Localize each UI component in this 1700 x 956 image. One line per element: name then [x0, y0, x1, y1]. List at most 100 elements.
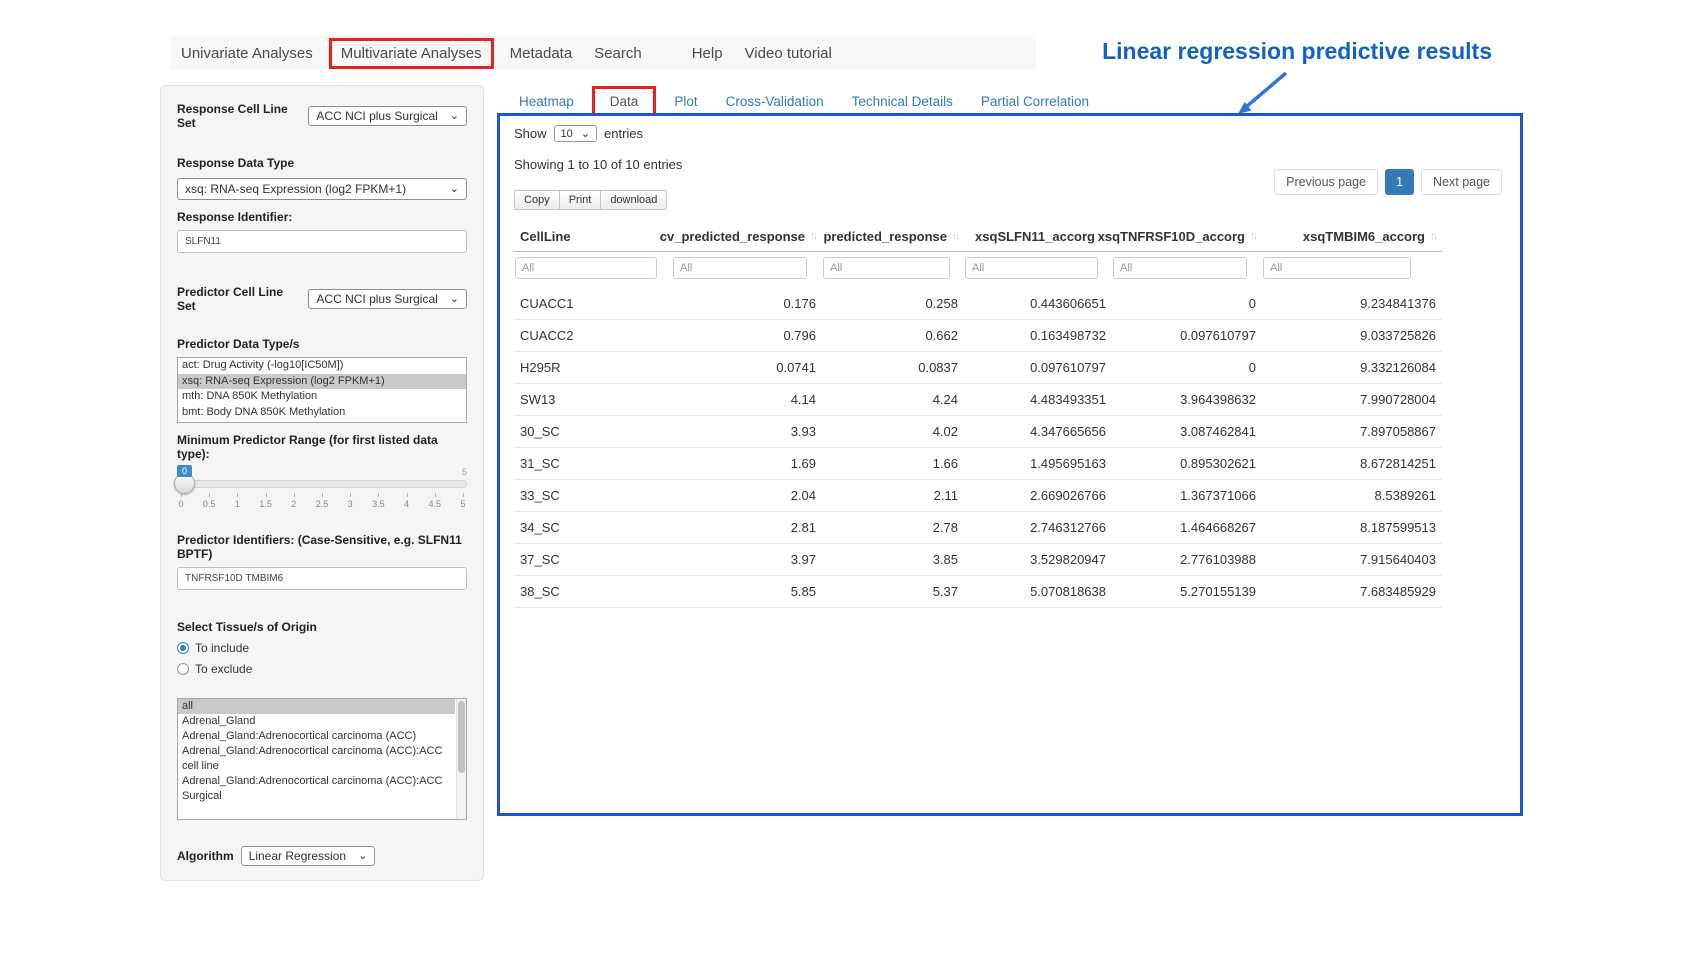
- table-row: CUACC10.1760.2580.44360665109.234841376: [514, 288, 1442, 320]
- table-cell: 2.746312766: [964, 512, 1112, 544]
- table-cell: 3.087462841: [1112, 416, 1262, 448]
- column-filter-input[interactable]: [515, 257, 657, 279]
- column-filter-input[interactable]: [965, 257, 1098, 279]
- predictor-cell-line-set-select[interactable]: ACC NCI plus Surgical ⌄: [308, 289, 467, 309]
- predictor-data-type-option[interactable]: mth: DNA 850K Methylation: [178, 389, 466, 405]
- nav-video-tutorial[interactable]: Video tutorial: [734, 45, 843, 62]
- scrollbar-thumb[interactable]: [458, 701, 465, 773]
- predictor-identifiers-input[interactable]: [177, 567, 467, 590]
- column-header-xsqTMBIM6_accorg[interactable]: xsqTMBIM6_accorg↑↓: [1262, 222, 1442, 252]
- column-header-label: xsqTNFRSF10D_accorg: [1098, 229, 1245, 244]
- column-filter-input[interactable]: [1113, 257, 1247, 279]
- nav-multivariate-analyses[interactable]: Multivariate Analyses: [329, 38, 494, 69]
- table-cell: 33_SC: [514, 480, 672, 512]
- chevron-down-icon: ⌄: [450, 294, 459, 305]
- table-cell: 9.033725826: [1262, 320, 1442, 352]
- table-cell: 3.964398632: [1112, 384, 1262, 416]
- entries-count-select[interactable]: 10 ⌄: [554, 125, 597, 142]
- table-cell: 8.187599513: [1262, 512, 1442, 544]
- tab-technical-details[interactable]: Technical Details: [838, 88, 967, 115]
- nav-univariate-analyses[interactable]: Univariate Analyses: [170, 45, 324, 62]
- table-cell: 5.270155139: [1112, 576, 1262, 608]
- slider-tick-label: 3: [348, 499, 353, 509]
- sort-icon: ↑↓: [1250, 231, 1256, 242]
- algorithm-select[interactable]: Linear Regression ⌄: [241, 846, 376, 866]
- slider-tick-label: 5: [460, 499, 465, 509]
- table-cell: 0.097610797: [964, 352, 1112, 384]
- tissue-option[interactable]: Adrenal_Gland: [178, 714, 455, 729]
- tissue-list-scrollbar[interactable]: [456, 699, 466, 819]
- predictor-cell-line-set-label: Predictor Cell Line Set: [177, 285, 301, 313]
- table-cell: 1.66: [822, 448, 964, 480]
- chevron-down-icon: ⌄: [581, 127, 590, 140]
- response-data-type-select[interactable]: xsq: RNA-seq Expression (log2 FPKM+1) ⌄: [177, 178, 467, 200]
- table-cell: 5.070818638: [964, 576, 1112, 608]
- column-header-predicted_response[interactable]: predicted_response↑↓: [822, 222, 964, 252]
- table-cell: 7.990728004: [1262, 384, 1442, 416]
- tab-partial-correlation[interactable]: Partial Correlation: [967, 88, 1103, 115]
- table-cell: 2.11: [822, 480, 964, 512]
- predictor-data-type-list: act: Drug Activity (-log10[IC50M])xsq: R…: [177, 357, 467, 423]
- tissue-include-radio[interactable]: To include: [177, 641, 467, 655]
- tab-cross-validation[interactable]: Cross-Validation: [712, 88, 838, 115]
- column-filter-input[interactable]: [1263, 257, 1411, 279]
- column-filter-cell: [964, 252, 1112, 289]
- tissue-option[interactable]: Adrenal_Gland:Adrenocortical carcinoma (…: [178, 774, 455, 804]
- nav-metadata[interactable]: Metadata: [499, 45, 584, 62]
- print-button[interactable]: Print: [559, 190, 602, 210]
- predictor-data-type-option[interactable]: bmt: Body DNA 850K Methylation: [178, 405, 466, 421]
- table-cell: 31_SC: [514, 448, 672, 480]
- column-header-label: xsqSLFN11_accorg: [975, 229, 1095, 244]
- predictor-data-type-option[interactable]: act: Drug Activity (-log10[IC50M]): [178, 358, 466, 374]
- algorithm-value: Linear Regression: [249, 849, 346, 863]
- column-header-xsqSLFN11_accorg[interactable]: xsqSLFN11_accorg↑↓: [964, 222, 1112, 252]
- response-identifier-input[interactable]: [177, 230, 467, 253]
- table-cell: 0.097610797: [1112, 320, 1262, 352]
- tissue-option[interactable]: Adrenal_Gland:Adrenocortical carcinoma (…: [178, 729, 455, 744]
- download-button[interactable]: download: [600, 190, 667, 210]
- table-cell: 3.93: [672, 416, 822, 448]
- table-cell: 0.0837: [822, 352, 964, 384]
- tab-data[interactable]: Data: [606, 91, 643, 112]
- nav-help[interactable]: Help: [681, 45, 734, 62]
- nav-search[interactable]: Search: [583, 45, 653, 62]
- column-header-CellLine[interactable]: CellLine↑↓: [514, 222, 672, 252]
- slider-tick-label: 4.5: [429, 499, 442, 509]
- slider-track[interactable]: [177, 480, 467, 488]
- table-cell: 9.332126084: [1262, 352, 1442, 384]
- table-cell: 0.662: [822, 320, 964, 352]
- annotation-title: Linear regression predictive results: [1060, 38, 1492, 65]
- table-header-row: CellLine↑↓cv_predicted_response↑↓predict…: [514, 222, 1442, 252]
- table-row: 38_SC5.855.375.0708186385.2701551397.683…: [514, 576, 1442, 608]
- response-cell-line-set-select[interactable]: ACC NCI plus Surgical ⌄: [308, 106, 467, 126]
- page-1-button[interactable]: 1: [1385, 169, 1414, 195]
- tab-plot[interactable]: Plot: [660, 88, 711, 115]
- tissue-exclude-radio[interactable]: To exclude: [177, 662, 467, 676]
- tissue-option[interactable]: Adrenal_Gland:Adrenocortical carcinoma (…: [178, 744, 455, 774]
- slider-tick: [463, 493, 464, 497]
- table-cell: 1.367371066: [1112, 480, 1262, 512]
- predictor-data-type-option[interactable]: xsq: RNA-seq Expression (log2 FPKM+1): [178, 374, 466, 390]
- entries-count-value: 10: [561, 128, 573, 140]
- column-header-label: cv_predicted_response: [660, 229, 805, 244]
- copy-button[interactable]: Copy: [514, 190, 560, 210]
- table-cell: 2.669026766: [964, 480, 1112, 512]
- slider-tick: [266, 493, 267, 497]
- table-cell: 0.895302621: [1112, 448, 1262, 480]
- tab-heatmap[interactable]: Heatmap: [505, 88, 588, 115]
- previous-page-button[interactable]: Previous page: [1274, 169, 1378, 195]
- chevron-down-icon: ⌄: [450, 111, 459, 122]
- column-filter-input[interactable]: [673, 257, 807, 279]
- next-page-button[interactable]: Next page: [1421, 169, 1502, 195]
- tissue-include-label: To include: [195, 641, 249, 655]
- tissue-option[interactable]: all: [178, 699, 455, 714]
- table-filter-row: [514, 252, 1442, 289]
- column-filter-input[interactable]: [823, 257, 950, 279]
- table-cell: 0.258: [822, 288, 964, 320]
- column-header-xsqTNFRSF10D_accorg[interactable]: xsqTNFRSF10D_accorg↑↓: [1112, 222, 1262, 252]
- table-cell: 0.443606651: [964, 288, 1112, 320]
- table-cell: 34_SC: [514, 512, 672, 544]
- slider-tick-label: 2.5: [316, 499, 329, 509]
- column-header-cv_predicted_response[interactable]: cv_predicted_response↑↓: [672, 222, 822, 252]
- table-cell: 7.683485929: [1262, 576, 1442, 608]
